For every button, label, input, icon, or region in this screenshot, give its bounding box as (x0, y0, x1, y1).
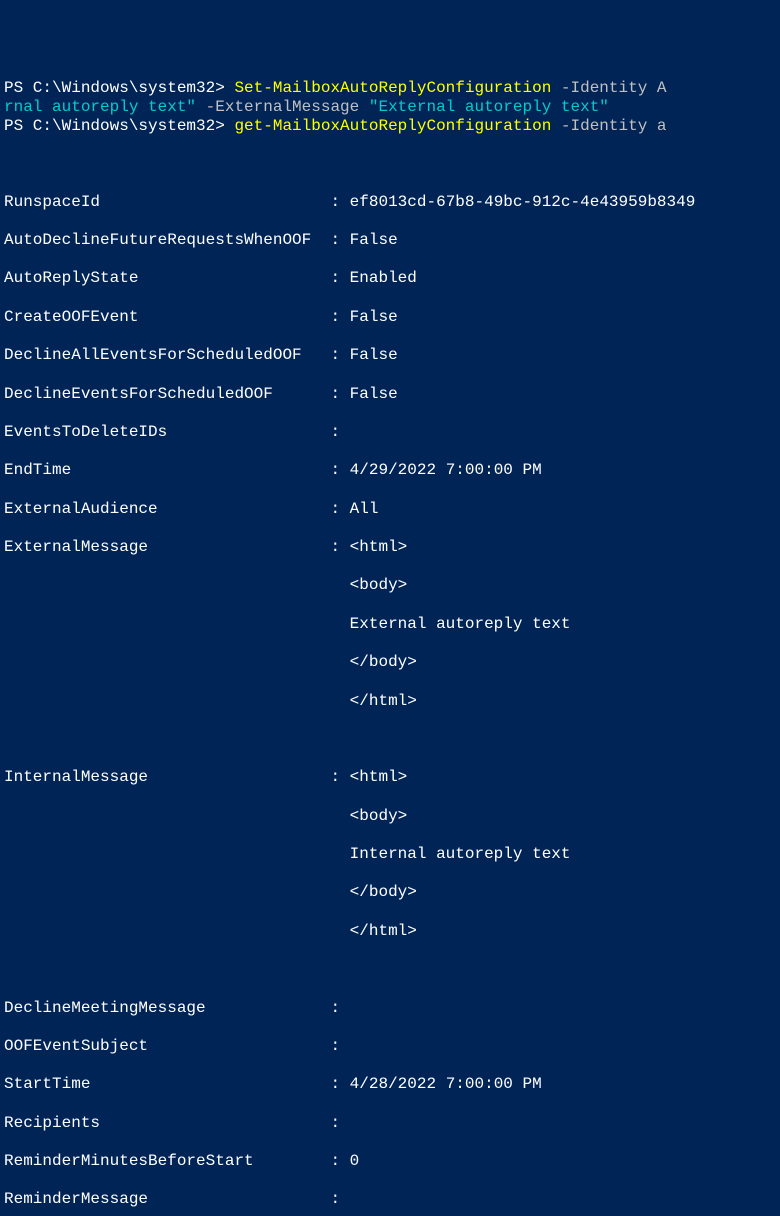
cmdlet-get: get-MailboxAutoReplyConfiguration (234, 117, 551, 135)
prop-declineall: DeclineAllEventsForScheduledOOF : False (4, 346, 776, 365)
prop-declinemeeting: DeclineMeetingMessage : (4, 999, 776, 1018)
prop-endtime: EndTime : 4/29/2022 7:00:00 PM (4, 461, 776, 480)
blank-line-2 (4, 960, 776, 979)
prop-internalmessage: InternalMessage : <html> (4, 768, 776, 787)
prop-externalmessage-l2: <body> (4, 576, 776, 595)
param-externalmessage: -ExternalMessage (196, 98, 369, 116)
param-identity-2: -Identity (551, 117, 657, 135)
prop-starttime: StartTime : 4/28/2022 7:00:00 PM (4, 1075, 776, 1094)
prop-runspaceid: RunspaceId : ef8013cd-67b8-49bc-912c-4e4… (4, 193, 776, 212)
prop-externalmessage: ExternalMessage : <html> (4, 538, 776, 557)
ps-prompt: PS C:\Windows\system32> (4, 79, 234, 97)
prop-eventsdelete: EventsToDeleteIDs : (4, 423, 776, 442)
prop-recipients: Recipients : (4, 1114, 776, 1133)
string-part-1: rnal autoreply text" (4, 98, 196, 116)
param-identity-1: -Identity (551, 79, 657, 97)
trailing-1: A (657, 79, 667, 97)
prop-declineevents: DeclineEventsForScheduledOOF : False (4, 385, 776, 404)
prop-externalmessage-l5: </html> (4, 692, 776, 711)
command-line-1-continued[interactable]: rnal autoreply text" -ExternalMessage "E… (4, 98, 776, 117)
prop-internalmessage-l4: </body> (4, 883, 776, 902)
prop-createoof: CreateOOFEvent : False (4, 308, 776, 327)
trailing-2: a (657, 117, 667, 135)
prop-remindermessage: ReminderMessage : (4, 1190, 776, 1209)
prop-internalmessage-l3: Internal autoreply text (4, 845, 776, 864)
command-line-1[interactable]: PS C:\Windows\system32> Set-MailboxAutoR… (4, 79, 776, 98)
command-line-2[interactable]: PS C:\Windows\system32> get-MailboxAutoR… (4, 117, 776, 136)
string-external: "External autoreply text" (369, 98, 609, 116)
prop-internalmessage-l5: </html> (4, 922, 776, 941)
prop-externalmessage-l4: </body> (4, 653, 776, 672)
prop-autodecline: AutoDeclineFutureRequestsWhenOOF : False (4, 231, 776, 250)
prop-externalaudience: ExternalAudience : All (4, 500, 776, 519)
prop-externalmessage-l3: External autoreply text (4, 615, 776, 634)
output-block: RunspaceId : ef8013cd-67b8-49bc-912c-4e4… (4, 174, 776, 1216)
prop-oofeventsubject: OOFEventSubject : (4, 1037, 776, 1056)
prop-internalmessage-l2: <body> (4, 807, 776, 826)
prop-reminderminutes: ReminderMinutesBeforeStart : 0 (4, 1152, 776, 1171)
cmdlet-set: Set-MailboxAutoReplyConfiguration (234, 79, 551, 97)
blank-line-1 (4, 730, 776, 749)
prop-autoreplystate: AutoReplyState : Enabled (4, 269, 776, 288)
ps-prompt-2: PS C:\Windows\system32> (4, 117, 234, 135)
